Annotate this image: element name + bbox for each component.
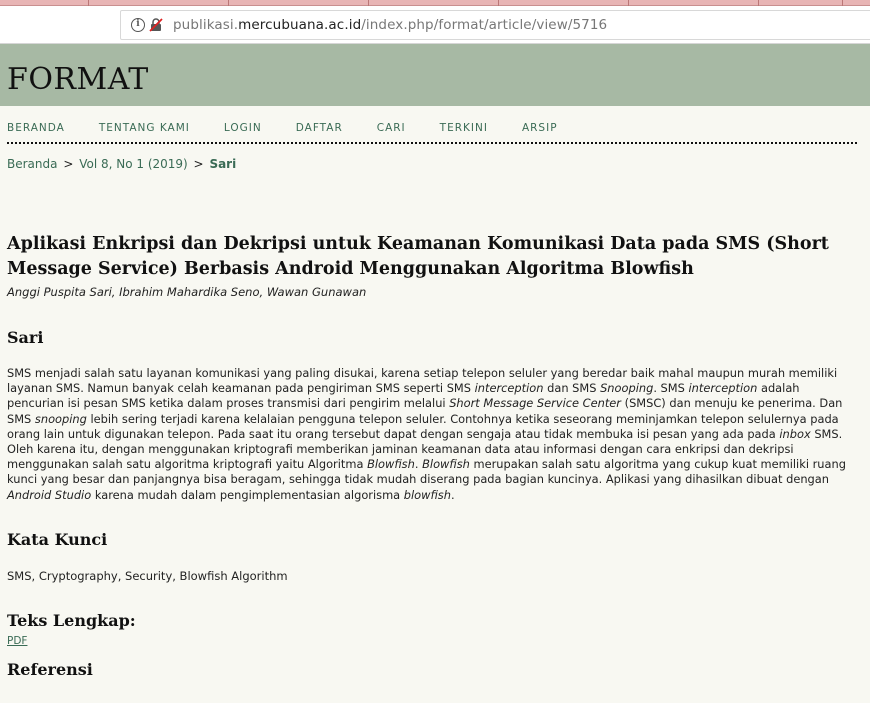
keywords-text: SMS, Cryptography, Security, Blowfish Al… <box>7 569 288 583</box>
browser-toolbar: i publikasi.mercubuana.ac.id/index.php/f… <box>0 6 870 44</box>
nav-beranda[interactable]: BERANDA <box>7 122 65 134</box>
abstract-heading: Sari <box>7 328 44 347</box>
insecure-lock-icon[interactable] <box>149 18 163 32</box>
breadcrumb-home[interactable]: Beranda <box>7 157 57 171</box>
nav-divider <box>7 142 857 144</box>
references-heading: Referensi <box>7 660 93 679</box>
nav-daftar[interactable]: DAFTAR <box>296 122 343 134</box>
address-bar[interactable]: i publikasi.mercubuana.ac.id/index.php/f… <box>120 10 870 40</box>
article-authors: Anggi Puspita Sari, Ibrahim Mahardika Se… <box>7 285 367 299</box>
site-title: FORMAT <box>7 62 149 97</box>
breadcrumb: Beranda > Vol 8, No 1 (2019) > Sari <box>7 157 237 171</box>
nav-terkini[interactable]: TERKINI <box>440 122 488 134</box>
pdf-link[interactable]: PDF <box>7 635 27 647</box>
url-text[interactable]: publikasi.mercubuana.ac.id/index.php/for… <box>173 17 607 33</box>
breadcrumb-issue[interactable]: Vol 8, No 1 (2019) <box>79 157 188 171</box>
nav-cari[interactable]: CARI <box>377 122 406 134</box>
abstract-text: SMS menjadi salah satu layanan komunikas… <box>7 366 846 502</box>
keywords-heading: Kata Kunci <box>7 530 108 549</box>
article-title: Aplikasi Enkripsi dan Dekripsi untuk Kea… <box>7 234 829 279</box>
breadcrumb-current[interactable]: Sari <box>209 157 236 171</box>
nav-tentang-kami[interactable]: TENTANG KAMI <box>99 122 190 134</box>
site-header: FORMAT <box>0 44 870 106</box>
main-nav: BERANDA TENTANG KAMI LOGIN DAFTAR CARI T… <box>7 122 592 134</box>
nav-login[interactable]: LOGIN <box>224 122 262 134</box>
nav-arsip[interactable]: ARSIP <box>522 122 558 134</box>
fulltext-heading: Teks Lengkap: <box>7 611 136 630</box>
info-icon[interactable]: i <box>131 18 145 32</box>
